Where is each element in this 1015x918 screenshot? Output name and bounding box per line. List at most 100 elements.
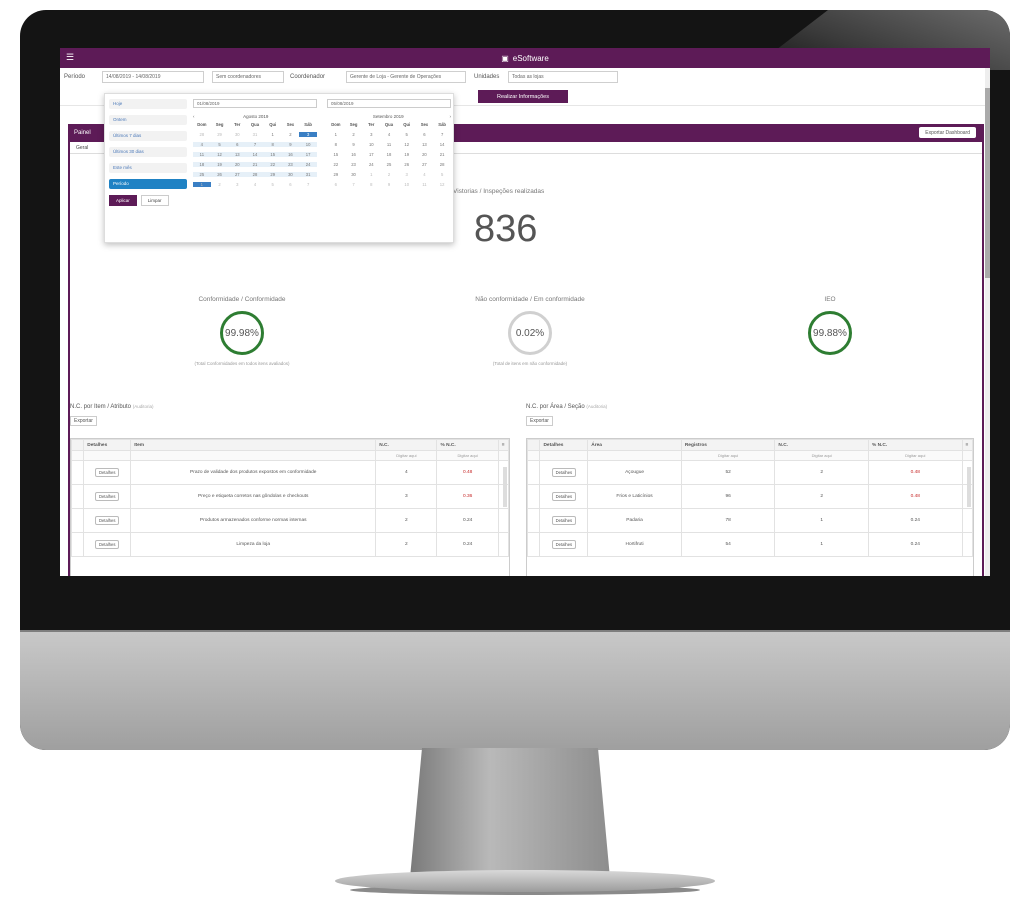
calendar-day[interactable]: 12 bbox=[433, 182, 451, 187]
calendar-day[interactable]: 29 bbox=[211, 132, 229, 137]
calendar-day[interactable]: 2 bbox=[211, 182, 229, 187]
period-input[interactable]: 14/08/2019 - 14/08/2019 bbox=[102, 71, 204, 83]
details-button[interactable]: Detalhes bbox=[94, 516, 120, 525]
calendar-day[interactable]: 28 bbox=[193, 132, 211, 137]
calendar-day[interactable]: 20 bbox=[416, 152, 434, 157]
calendar-day[interactable]: 8 bbox=[327, 142, 345, 147]
calendar-day[interactable]: 20 bbox=[228, 162, 247, 167]
calendar-day[interactable]: 19 bbox=[398, 152, 416, 157]
calendar-day[interactable]: 15 bbox=[327, 152, 345, 157]
calendar-day[interactable]: 12 bbox=[398, 142, 416, 147]
calendar-day[interactable]: 27 bbox=[416, 162, 434, 167]
calendar-day[interactable]: 4 bbox=[246, 182, 264, 187]
right-table-export[interactable]: Exportar bbox=[526, 416, 553, 426]
column-menu-icon[interactable]: ≡ bbox=[497, 439, 510, 451]
coordinator-select[interactable]: Gerente de Loja - Gerente de Operações bbox=[346, 71, 466, 83]
calendar-day[interactable]: 30 bbox=[228, 132, 246, 137]
calendar-day[interactable]: 16 bbox=[345, 152, 363, 157]
calendar-day[interactable]: 19 bbox=[210, 162, 229, 167]
next-month-icon[interactable]: › bbox=[450, 114, 452, 119]
calendar-day[interactable]: 7 bbox=[433, 132, 451, 137]
apply-date-button[interactable]: Aplicar bbox=[109, 195, 137, 206]
calendar-day[interactable]: 21 bbox=[246, 162, 264, 167]
calendar-day[interactable]: 9 bbox=[281, 142, 300, 147]
calendar-day[interactable]: 16 bbox=[281, 152, 300, 157]
calendar-day[interactable]: 11 bbox=[380, 142, 398, 147]
calendar-day[interactable]: 11 bbox=[193, 152, 211, 157]
calendar-day[interactable]: 4 bbox=[193, 142, 211, 147]
calendar-day[interactable]: 24 bbox=[362, 162, 380, 167]
calendar-day[interactable]: 17 bbox=[362, 152, 380, 157]
calendar-day[interactable]: 9 bbox=[380, 182, 398, 187]
calendar-day[interactable]: 30 bbox=[281, 172, 300, 177]
calendar-day[interactable]: 12 bbox=[210, 152, 229, 157]
calendar-day[interactable]: 1 bbox=[327, 132, 345, 137]
details-button[interactable]: Detalhes bbox=[551, 516, 577, 525]
column-menu-icon[interactable]: ≡ bbox=[961, 439, 974, 451]
calendar-day[interactable]: 21 bbox=[433, 152, 451, 157]
calendar-day[interactable]: 24 bbox=[299, 162, 317, 167]
range-option[interactable]: Hoje bbox=[109, 99, 187, 109]
hamburger-menu-icon[interactable]: ☰ bbox=[66, 53, 76, 62]
calendar-day[interactable]: 10 bbox=[398, 182, 416, 187]
calendar-day[interactable]: 4 bbox=[380, 132, 398, 137]
range-option[interactable]: Ontem bbox=[109, 115, 187, 125]
clear-date-button[interactable]: Limpar bbox=[140, 195, 169, 206]
calendar-day[interactable]: 8 bbox=[362, 182, 380, 187]
details-button[interactable]: Detalhes bbox=[94, 468, 120, 477]
start-date-input[interactable]: 01/08/2019 bbox=[193, 99, 317, 108]
details-button[interactable]: Detalhes bbox=[94, 540, 120, 549]
calendar-day[interactable]: 5 bbox=[433, 172, 451, 177]
calendar-day[interactable]: 1 bbox=[264, 132, 282, 137]
col-header[interactable]: N.C. bbox=[774, 439, 869, 451]
range-option[interactable]: Últimos 7 dias bbox=[109, 131, 187, 141]
calendar-day[interactable]: 5 bbox=[210, 142, 229, 147]
calendar-day[interactable]: 23 bbox=[281, 162, 300, 167]
calendar-day[interactable]: 2 bbox=[282, 132, 300, 137]
calendar-day[interactable]: 23 bbox=[345, 162, 363, 167]
calendar-day[interactable]: 28 bbox=[246, 172, 264, 177]
calendar-day[interactable]: 2 bbox=[380, 172, 398, 177]
apply-filters-button[interactable]: Realizar Informações bbox=[478, 90, 568, 103]
filter-input[interactable]: Digitar aqui bbox=[774, 450, 869, 461]
calendar-day[interactable]: 5 bbox=[398, 132, 416, 137]
calendar-day[interactable]: 7 bbox=[345, 182, 363, 187]
calendar-day[interactable]: 22 bbox=[263, 162, 282, 167]
range-option[interactable]: Últimos 30 dias bbox=[109, 147, 187, 157]
calendar-day[interactable]: 14 bbox=[433, 142, 451, 147]
calendar-day[interactable]: 31 bbox=[299, 172, 317, 177]
calendar-day[interactable]: 31 bbox=[246, 132, 264, 137]
calendar-day[interactable]: 6 bbox=[327, 182, 345, 187]
calendar-day[interactable]: 6 bbox=[416, 132, 434, 137]
coordination-select[interactable]: Sem coordenadores bbox=[212, 71, 284, 83]
export-dashboard-button[interactable]: Exportar Dashboard bbox=[919, 127, 976, 138]
calendar-day[interactable]: 10 bbox=[362, 142, 380, 147]
calendar-day[interactable]: 28 bbox=[433, 162, 451, 167]
calendar-day[interactable]: 26 bbox=[210, 172, 229, 177]
calendar-day[interactable]: 22 bbox=[327, 162, 345, 167]
col-header[interactable]: % N.C. bbox=[867, 439, 963, 451]
calendar-day[interactable]: 29 bbox=[263, 172, 282, 177]
calendar-day[interactable]: 5 bbox=[264, 182, 282, 187]
table-scrollbar[interactable] bbox=[503, 467, 507, 507]
col-header[interactable]: Detalhes bbox=[539, 439, 589, 451]
calendar-day[interactable]: 25 bbox=[380, 162, 398, 167]
calendar-day[interactable]: 6 bbox=[228, 142, 247, 147]
calendar-day[interactable]: 4 bbox=[416, 172, 434, 177]
calendar-day[interactable]: 7 bbox=[246, 142, 264, 147]
calendar-day[interactable]: 1 bbox=[362, 172, 380, 177]
calendar-day[interactable]: 3 bbox=[362, 132, 380, 137]
end-date-input[interactable]: 05/08/2019 bbox=[327, 99, 451, 108]
details-button[interactable]: Detalhes bbox=[94, 492, 120, 501]
range-option[interactable]: Este mês bbox=[109, 163, 187, 173]
calendar-day[interactable]: 15 bbox=[263, 152, 282, 157]
calendar-day[interactable]: 1 bbox=[193, 182, 211, 187]
col-header[interactable]: Item bbox=[130, 439, 377, 451]
calendar-day[interactable]: 6 bbox=[282, 182, 300, 187]
col-header[interactable]: Registros bbox=[680, 439, 776, 451]
calendar-day[interactable]: 17 bbox=[299, 152, 317, 157]
calendar-day[interactable]: 13 bbox=[228, 152, 247, 157]
filter-input[interactable]: Digitar aqui bbox=[867, 450, 963, 461]
calendar-day[interactable]: 3 bbox=[398, 172, 416, 177]
table-scrollbar[interactable] bbox=[967, 467, 971, 507]
